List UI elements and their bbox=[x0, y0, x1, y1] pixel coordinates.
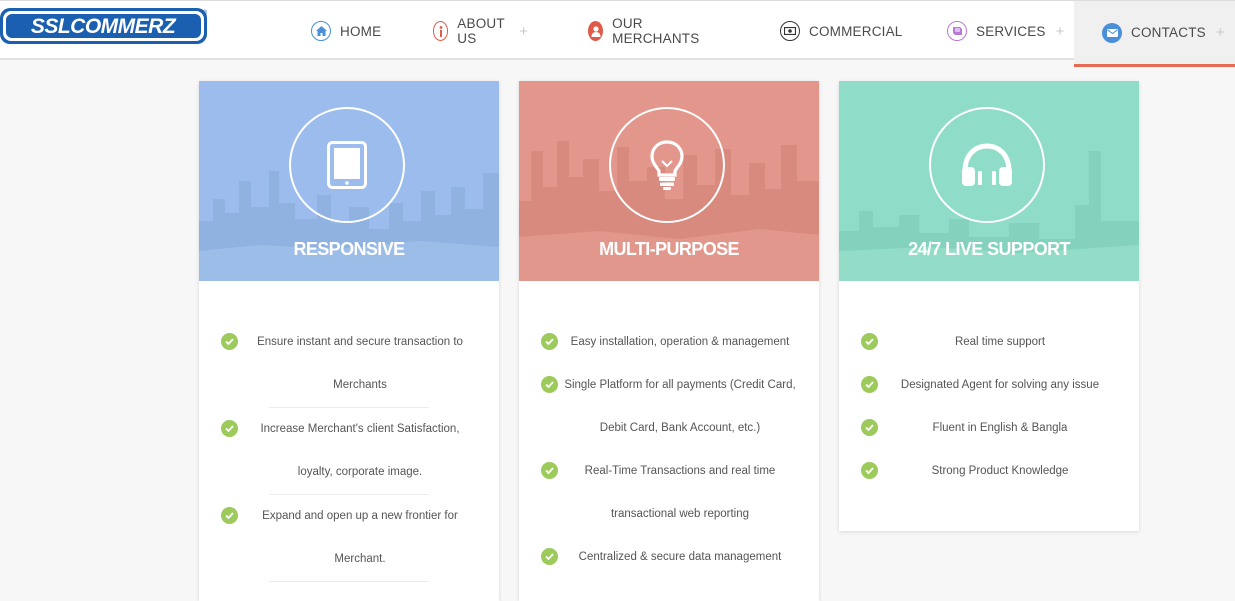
list-item-text: Centralized & secure data management bbox=[578, 551, 782, 563]
list-item: Increase Merchant's client Satisfaction,… bbox=[221, 408, 477, 495]
nav-item-our-merchants[interactable]: OUR MERCHANTS bbox=[588, 1, 704, 61]
check-icon bbox=[541, 462, 558, 479]
feature-list: Easy installation, operation & managemen… bbox=[519, 281, 819, 579]
sslcommerz-logo[interactable]: SSLCOMMERZ ® bbox=[0, 6, 209, 46]
check-icon bbox=[861, 333, 878, 350]
check-icon bbox=[541, 376, 558, 393]
nav-label-about-us: ABOUT US bbox=[457, 16, 505, 46]
check-icon bbox=[861, 462, 878, 479]
list-item-text: Expand and open up a new frontier for Me… bbox=[262, 510, 458, 565]
check-icon bbox=[221, 333, 238, 350]
card-header: RESPONSIVE bbox=[199, 81, 499, 281]
nav-item-about-us[interactable]: ABOUT US + bbox=[433, 1, 528, 61]
nav-item-commercial[interactable]: COMMERCIAL bbox=[780, 1, 903, 61]
list-item-text: Real-Time Transactions and real time tra… bbox=[584, 465, 776, 520]
feature-card-responsive: RESPONSIVE Ensure instant and secure tra… bbox=[199, 81, 499, 601]
list-item-text: Increase Merchant's client Satisfaction,… bbox=[260, 423, 460, 478]
check-icon bbox=[541, 333, 558, 350]
lightbulb-icon bbox=[650, 140, 684, 190]
list-item: Easy installation, operation & managemen… bbox=[541, 321, 797, 364]
book-icon bbox=[947, 21, 967, 41]
list-item: Single Platform for all payments (Credit… bbox=[541, 364, 797, 450]
money-icon bbox=[780, 21, 800, 41]
nav-label-our-merchants: OUR MERCHANTS bbox=[612, 16, 700, 46]
headphones-icon bbox=[962, 143, 1012, 186]
icon-circle bbox=[929, 107, 1045, 223]
feature-card-live-support: 24/7 LIVE SUPPORT Real time support Desi… bbox=[839, 81, 1139, 531]
user-icon bbox=[588, 21, 604, 41]
check-icon bbox=[861, 376, 878, 393]
card-header: MULTI-PURPOSE bbox=[519, 81, 819, 281]
tablet-icon bbox=[327, 141, 367, 189]
icon-circle bbox=[289, 107, 405, 223]
feature-list: Real time support Designated Agent for s… bbox=[839, 281, 1139, 493]
nav-label-home: HOME bbox=[340, 23, 382, 39]
list-item: Ensure instant and secure transaction to… bbox=[221, 321, 477, 408]
card-title: 24/7 LIVE SUPPORT bbox=[908, 239, 1070, 259]
home-icon bbox=[311, 21, 331, 41]
nav-label-services: SERVICES bbox=[976, 23, 1046, 39]
logo-wordmark: SSLCOMMERZ bbox=[31, 15, 177, 38]
feature-list: Ensure instant and secure transaction to… bbox=[199, 281, 499, 582]
plus-icon: + bbox=[1215, 24, 1225, 41]
check-icon bbox=[541, 548, 558, 565]
info-icon bbox=[433, 21, 449, 41]
top-navigation-bar: SSLCOMMERZ ® HOME ABOUT US + OUR MERCHAN… bbox=[0, 0, 1235, 67]
list-item-text: Single Platform for all payments (Credit… bbox=[564, 379, 796, 434]
list-item-text: Designated Agent for solving any issue bbox=[900, 379, 1100, 391]
check-icon bbox=[221, 420, 238, 437]
nav-item-home[interactable]: HOME bbox=[311, 1, 381, 61]
list-item: Real-Time Transactions and real time tra… bbox=[541, 450, 797, 536]
list-item: Centralized & secure data management bbox=[541, 536, 797, 579]
nav-label-contacts: CONTACTS bbox=[1131, 25, 1206, 40]
nav-label-commercial: COMMERCIAL bbox=[809, 23, 903, 39]
nav-item-services[interactable]: SERVICES + bbox=[947, 1, 1065, 61]
divider bbox=[269, 581, 429, 582]
list-item: Real time support bbox=[861, 321, 1117, 364]
check-icon bbox=[861, 419, 878, 436]
list-item: Fluent in English & Bangla bbox=[861, 407, 1117, 450]
check-icon bbox=[221, 507, 238, 524]
list-item-text: Ensure instant and secure transaction to… bbox=[257, 336, 463, 391]
feature-card-multi-purpose: MULTI-PURPOSE Easy installation, operati… bbox=[519, 81, 819, 601]
plus-icon: + bbox=[1055, 22, 1065, 40]
icon-circle bbox=[609, 107, 725, 223]
list-item: Designated Agent for solving any issue bbox=[861, 364, 1117, 407]
list-item-text: Fluent in English & Bangla bbox=[932, 422, 1068, 434]
envelope-icon bbox=[1102, 22, 1122, 43]
card-title: MULTI-PURPOSE bbox=[599, 239, 739, 259]
registered-mark: ® bbox=[202, 9, 208, 17]
list-item-text: Easy installation, operation & managemen… bbox=[570, 336, 790, 348]
list-item-text: Strong Product Knowledge bbox=[931, 465, 1069, 477]
plus-icon: + bbox=[519, 22, 529, 40]
card-title: RESPONSIVE bbox=[293, 239, 405, 259]
nav-item-contacts[interactable]: CONTACTS + bbox=[1074, 1, 1235, 67]
list-item: Expand and open up a new frontier for Me… bbox=[221, 495, 477, 582]
list-item-text: Real time support bbox=[954, 336, 1046, 348]
card-header: 24/7 LIVE SUPPORT bbox=[839, 81, 1139, 281]
list-item: Strong Product Knowledge bbox=[861, 450, 1117, 493]
